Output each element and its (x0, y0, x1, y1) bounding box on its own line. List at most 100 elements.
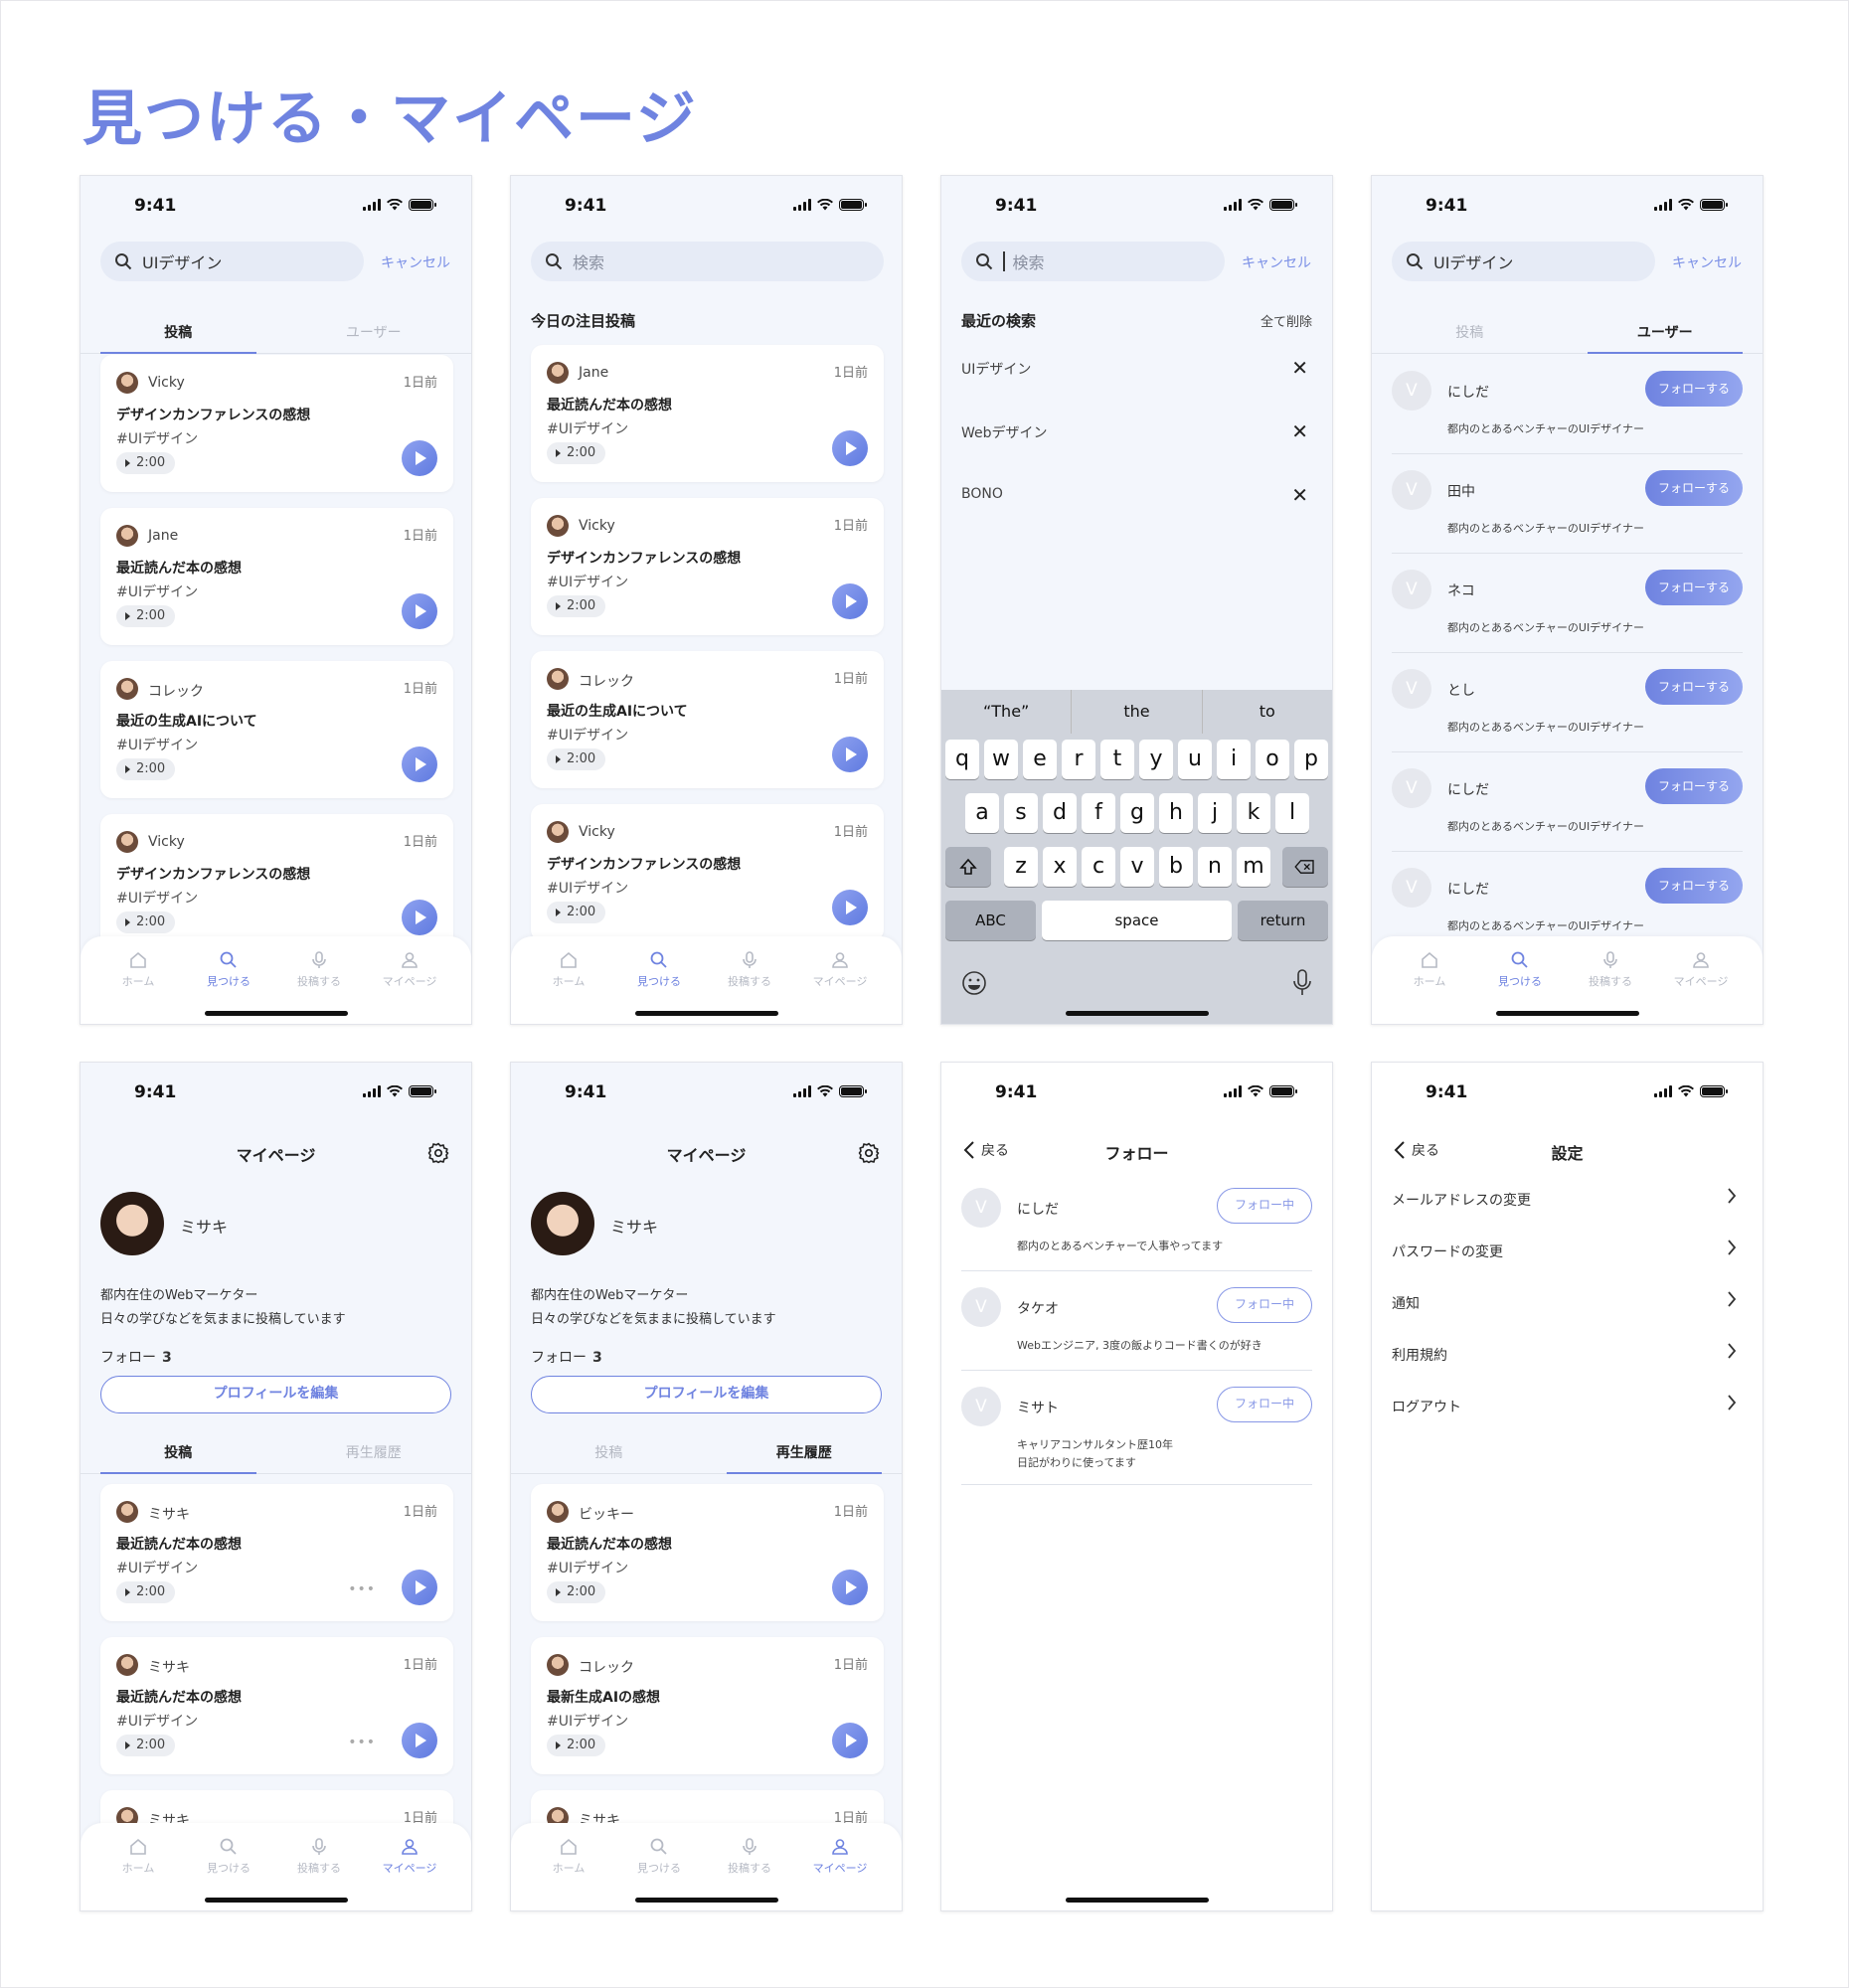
play-icon[interactable] (402, 746, 437, 782)
post-card[interactable]: Jane 1日前 最近読んだ本の感想 #UIデザイン 2:00 (100, 508, 453, 645)
recent-item[interactable]: UIデザイン ✕ (961, 356, 1312, 380)
search-input[interactable]: UIデザイン (1392, 242, 1655, 281)
user-row[interactable]: V 田中 都内のとあるベンチャーのUIデザイナー フォローする (1392, 454, 1743, 554)
return-key[interactable]: return (1238, 901, 1328, 940)
post-card[interactable]: Vicky 1日前 デザインカンファレンスの感想 #UIデザイン 2:00 (100, 814, 453, 951)
key[interactable]: l (1275, 793, 1309, 833)
play-icon[interactable] (832, 430, 868, 466)
key[interactable]: b (1159, 847, 1193, 887)
tab-mypage[interactable]: マイページ (370, 1837, 449, 1876)
tab-posts[interactable]: 投稿 (81, 1430, 276, 1474)
shift-key[interactable] (945, 847, 991, 887)
post-card[interactable]: コレック 1日前 最近の生成AIについて #UIデザイン 2:00 (100, 661, 453, 798)
emoji-icon[interactable] (961, 970, 987, 996)
play-icon[interactable] (832, 1570, 868, 1605)
suggestion[interactable]: to (1203, 690, 1332, 734)
close-icon[interactable]: ✕ (1291, 483, 1308, 507)
key[interactable]: k (1237, 793, 1270, 833)
follow-button[interactable]: フォローする (1645, 669, 1743, 705)
key[interactable]: z (1004, 847, 1038, 887)
key[interactable]: f (1082, 793, 1115, 833)
tab-discover[interactable]: 見つける (189, 950, 268, 989)
play-icon[interactable] (402, 1570, 437, 1605)
tab-home[interactable]: ホーム (529, 1837, 608, 1876)
user-row[interactable]: V にしだ 都内のとあるベンチャーで人事やってます フォロー中 (961, 1172, 1312, 1271)
tab-mypage[interactable]: マイページ (370, 950, 449, 989)
follow-count[interactable]: フォロー 3 (531, 1347, 602, 1367)
play-icon[interactable] (402, 1723, 437, 1758)
tab-users[interactable]: ユーザー (276, 310, 472, 353)
play-icon[interactable] (402, 593, 437, 629)
settings-item-terms[interactable]: 利用規約 (1392, 1343, 1743, 1365)
follow-button[interactable]: フォローする (1645, 371, 1743, 407)
tab-discover[interactable]: 見つける (189, 1837, 268, 1876)
cancel-button[interactable]: キャンセル (381, 252, 450, 272)
key[interactable]: p (1294, 740, 1328, 779)
more-icon[interactable]: ••• (348, 1581, 376, 1597)
tab-posts[interactable]: 投稿 (81, 310, 276, 354)
space-key[interactable]: space (1042, 901, 1232, 940)
close-icon[interactable]: ✕ (1291, 419, 1308, 443)
post-card[interactable]: Jane 1日前 最近読んだ本の感想 #UIデザイン 2:00 (531, 345, 884, 482)
more-icon[interactable]: ••• (348, 1735, 376, 1750)
follow-button[interactable]: フォローする (1645, 768, 1743, 804)
play-icon[interactable] (832, 1723, 868, 1758)
tab-discover[interactable]: 見つける (619, 1837, 699, 1876)
search-input[interactable]: UIデザイン (100, 242, 364, 281)
user-row[interactable]: V とし 都内のとあるベンチャーのUIデザイナー フォローする (1392, 653, 1743, 752)
settings-item-email[interactable]: メールアドレスの変更 (1392, 1188, 1743, 1210)
key[interactable]: d (1043, 793, 1077, 833)
play-icon[interactable] (402, 900, 437, 935)
key[interactable]: h (1159, 793, 1193, 833)
tab-posts[interactable]: 投稿 (1372, 310, 1568, 353)
tab-discover[interactable]: 見つける (1480, 950, 1560, 989)
user-row[interactable]: V にしだ 都内のとあるベンチャーのUIデザイナー フォローする (1392, 355, 1743, 454)
tab-post[interactable]: 投稿する (710, 1837, 789, 1876)
key[interactable]: c (1082, 847, 1115, 887)
tab-post[interactable]: 投稿する (279, 950, 359, 989)
gear-icon[interactable] (858, 1142, 880, 1164)
post-card[interactable]: コレック 1日前 最新生成AIの感想 #UIデザイン 2:00 (531, 1637, 884, 1774)
close-icon[interactable]: ✕ (1291, 356, 1308, 380)
key[interactable]: y (1139, 740, 1173, 779)
recent-item[interactable]: Webデザイン ✕ (961, 419, 1312, 443)
key[interactable]: x (1043, 847, 1077, 887)
key[interactable]: s (1004, 793, 1038, 833)
edit-profile-button[interactable]: プロフィールを編集 (100, 1376, 451, 1413)
search-input[interactable]: 検索 (961, 242, 1225, 281)
tab-mypage[interactable]: マイページ (800, 950, 880, 989)
user-row[interactable]: V にしだ 都内のとあるベンチャーのUIデザイナー フォローする (1392, 752, 1743, 852)
cancel-button[interactable]: キャンセル (1242, 252, 1311, 272)
key[interactable]: t (1100, 740, 1134, 779)
tab-history[interactable]: 再生履歴 (276, 1430, 472, 1473)
tab-post[interactable]: 投稿する (279, 1837, 359, 1876)
tab-mypage[interactable]: マイページ (1661, 950, 1741, 989)
play-icon[interactable] (832, 737, 868, 772)
following-button[interactable]: フォロー中 (1217, 1287, 1312, 1323)
post-card[interactable]: ミサキ 1日前 最近読んだ本の感想 #UIデザイン 2:00 ••• (100, 1484, 453, 1621)
follow-count[interactable]: フォロー 3 (100, 1347, 172, 1367)
key[interactable]: w (984, 740, 1018, 779)
settings-item-password[interactable]: パスワードの変更 (1392, 1240, 1743, 1261)
key[interactable]: n (1198, 847, 1232, 887)
tab-mypage[interactable]: マイページ (800, 1837, 880, 1876)
key[interactable]: i (1217, 740, 1251, 779)
follow-button[interactable]: フォローする (1645, 470, 1743, 506)
tab-home[interactable]: ホーム (1390, 950, 1469, 989)
settings-item-logout[interactable]: ログアウト (1392, 1395, 1743, 1416)
post-card[interactable]: コレック 1日前 最近の生成AIについて #UIデザイン 2:00 (531, 651, 884, 788)
play-icon[interactable] (402, 440, 437, 476)
key[interactable]: j (1198, 793, 1232, 833)
play-icon[interactable] (832, 890, 868, 925)
following-button[interactable]: フォロー中 (1217, 1387, 1312, 1422)
abc-key[interactable]: ABC (945, 901, 1036, 940)
tab-home[interactable]: ホーム (529, 950, 608, 989)
suggestion[interactable]: “The” (941, 690, 1071, 734)
post-card[interactable]: ビッキー 1日前 最近読んだ本の感想 #UIデザイン 2:00 (531, 1484, 884, 1621)
dictation-icon[interactable] (1292, 968, 1312, 998)
play-icon[interactable] (832, 583, 868, 619)
tab-users[interactable]: ユーザー (1568, 310, 1764, 354)
key[interactable]: v (1120, 847, 1154, 887)
clear-all-button[interactable]: 全て削除 (1261, 311, 1312, 330)
tab-home[interactable]: ホーム (98, 950, 178, 989)
